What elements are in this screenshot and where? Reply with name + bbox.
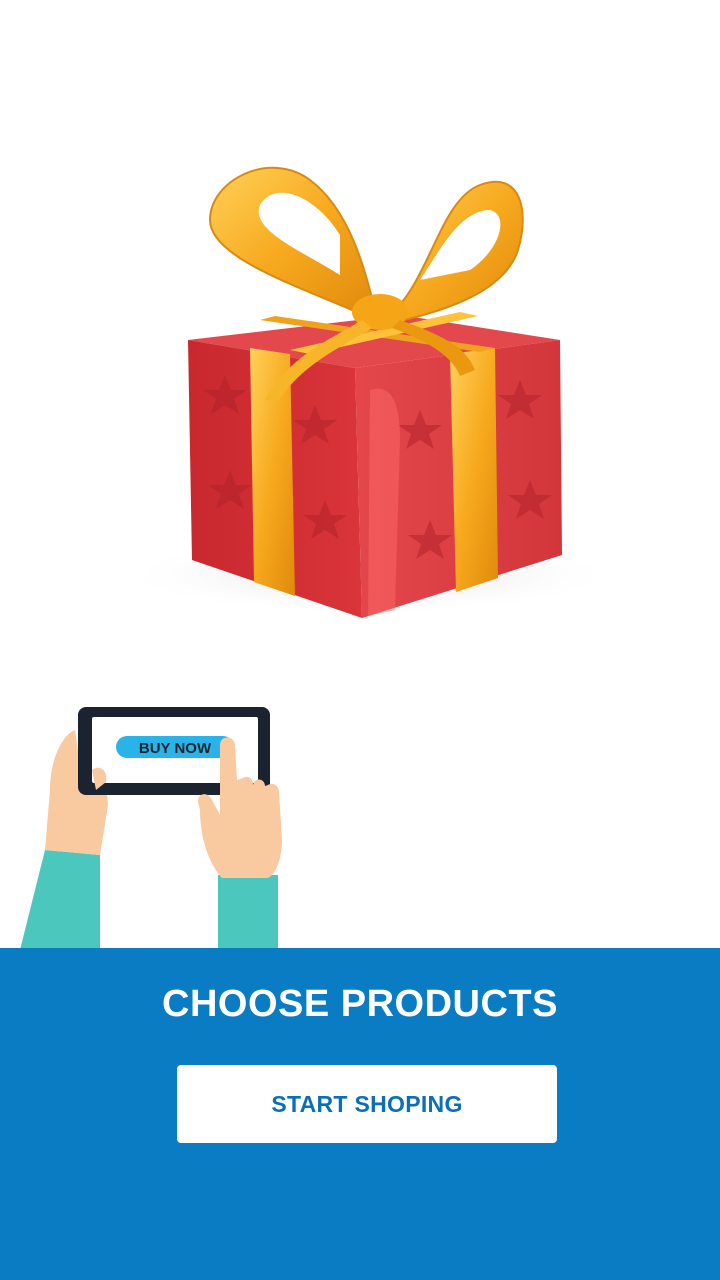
hands-tablet-icon: BUY NOW [20,707,282,950]
onboarding-screen: BUY NOW CHOOSE PRODUCTS START SHOPING [0,0,720,1280]
headline-title: CHOOSE PRODUCTS [162,983,558,1025]
gift-box-icon [120,166,620,618]
start-shopping-button[interactable]: START SHOPING [177,1065,557,1143]
svg-text:BUY NOW: BUY NOW [139,740,212,757]
